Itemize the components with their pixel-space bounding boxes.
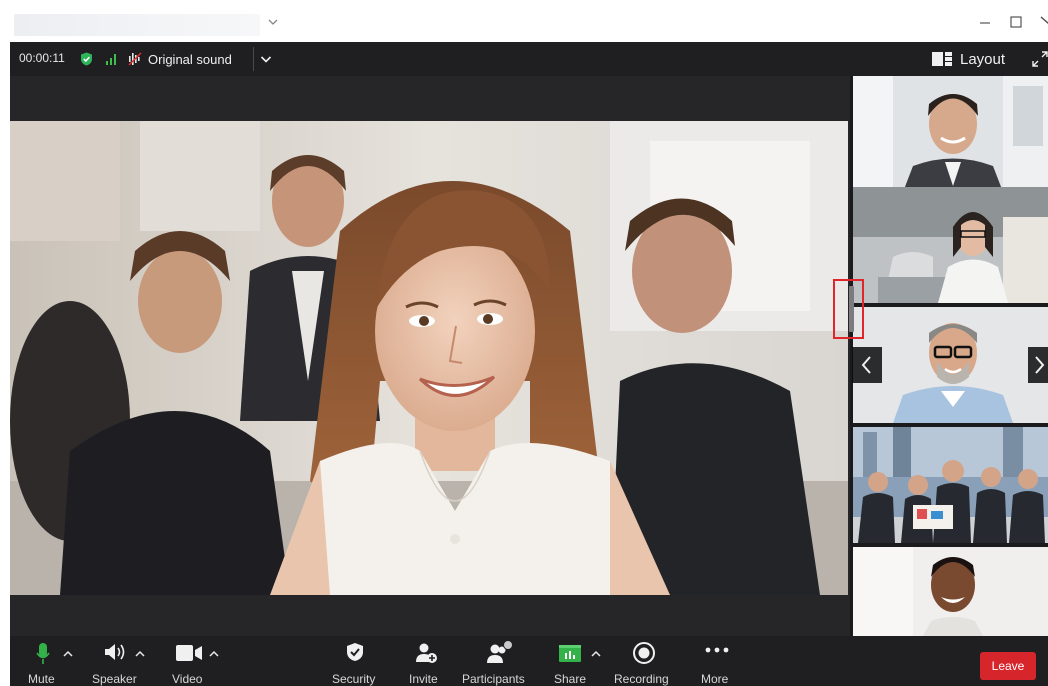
- participant-video: [853, 307, 1048, 423]
- chevron-down-icon[interactable]: [266, 15, 280, 29]
- participants-icon: [487, 640, 513, 663]
- shield-icon: [347, 643, 363, 661]
- participant-tile[interactable]: [853, 76, 1048, 192]
- participant-tile[interactable]: [853, 307, 1048, 423]
- recording-label: Recording: [614, 672, 669, 686]
- layout-label: Layout: [960, 50, 1006, 68]
- participant-video: [853, 76, 1048, 192]
- main-speaker-scene: [10, 121, 848, 595]
- chevron-down-icon[interactable]: [259, 52, 273, 66]
- divider: [253, 47, 254, 71]
- participant-tile[interactable]: [853, 427, 1048, 543]
- highlight-box: [833, 279, 864, 339]
- participants-button[interactable]: Participants: [462, 636, 538, 686]
- recording-button[interactable]: Recording: [614, 636, 684, 686]
- security-label: Security: [332, 672, 376, 686]
- more-button[interactable]: More: [698, 636, 738, 686]
- participants-label: Participants: [462, 672, 525, 686]
- mute-label: Mute: [28, 672, 55, 686]
- window-title: [14, 14, 260, 36]
- meeting-toolbar: Mute Speaker Video Security Invite Parti…: [10, 636, 1048, 686]
- invite-button[interactable]: Invite: [406, 636, 446, 686]
- microphone-icon: [36, 643, 50, 664]
- strip-prev-button[interactable]: [852, 347, 882, 383]
- strip-next-button[interactable]: [1028, 347, 1048, 383]
- chevron-up-icon[interactable]: [208, 648, 220, 660]
- signal-bars-icon[interactable]: [105, 53, 119, 65]
- participant-tile[interactable]: [853, 187, 1048, 303]
- window-titlebar: [0, 0, 1048, 42]
- speaker-label: Speaker: [92, 672, 137, 686]
- video-camera-icon: [176, 645, 202, 661]
- chevron-up-icon[interactable]: [134, 648, 146, 660]
- invite-label: Invite: [409, 672, 438, 686]
- maximize-icon[interactable]: [1006, 12, 1026, 32]
- record-icon: [633, 642, 655, 664]
- minimize-icon[interactable]: [975, 12, 995, 32]
- speaker-button[interactable]: Speaker: [92, 636, 156, 686]
- layout-grid-icon: [932, 52, 952, 66]
- leave-button[interactable]: Leave: [980, 652, 1036, 680]
- layout-button[interactable]: Layout: [932, 42, 1005, 76]
- security-button[interactable]: Security: [330, 636, 382, 686]
- fullscreen-icon[interactable]: [1032, 51, 1048, 67]
- sound-wave-icon: [128, 52, 142, 66]
- mute-button[interactable]: Mute: [28, 636, 80, 686]
- more-dots-icon: [705, 647, 729, 653]
- speaker-icon: [105, 644, 125, 660]
- meeting-timer: 00:00:11: [19, 51, 65, 65]
- video-button[interactable]: Video: [168, 636, 228, 686]
- participant-video: [853, 547, 1048, 636]
- close-icon[interactable]: [1036, 12, 1048, 32]
- participant-tile[interactable]: [853, 547, 1048, 636]
- original-sound-label: Original sound: [148, 51, 232, 67]
- participant-video: [853, 187, 1048, 303]
- add-user-icon: [416, 643, 437, 663]
- chevron-up-icon[interactable]: [62, 648, 74, 660]
- video-label: Video: [172, 672, 203, 686]
- main-stage: [10, 76, 850, 636]
- original-sound-toggle[interactable]: Original sound: [128, 42, 232, 76]
- chevron-up-icon[interactable]: [590, 648, 602, 660]
- participant-video: [853, 427, 1048, 543]
- share-label: Share: [554, 672, 587, 686]
- share-screen-icon: [559, 645, 581, 662]
- chevron-right-icon: [1035, 356, 1045, 374]
- share-button[interactable]: Share: [554, 636, 610, 686]
- more-label: More: [701, 672, 729, 686]
- chevron-left-icon: [861, 356, 871, 374]
- meeting-topbar: 00:00:11 Original sound Layout: [10, 42, 1048, 76]
- shield-check-icon[interactable]: [80, 52, 93, 66]
- main-speaker-video[interactable]: [10, 121, 848, 595]
